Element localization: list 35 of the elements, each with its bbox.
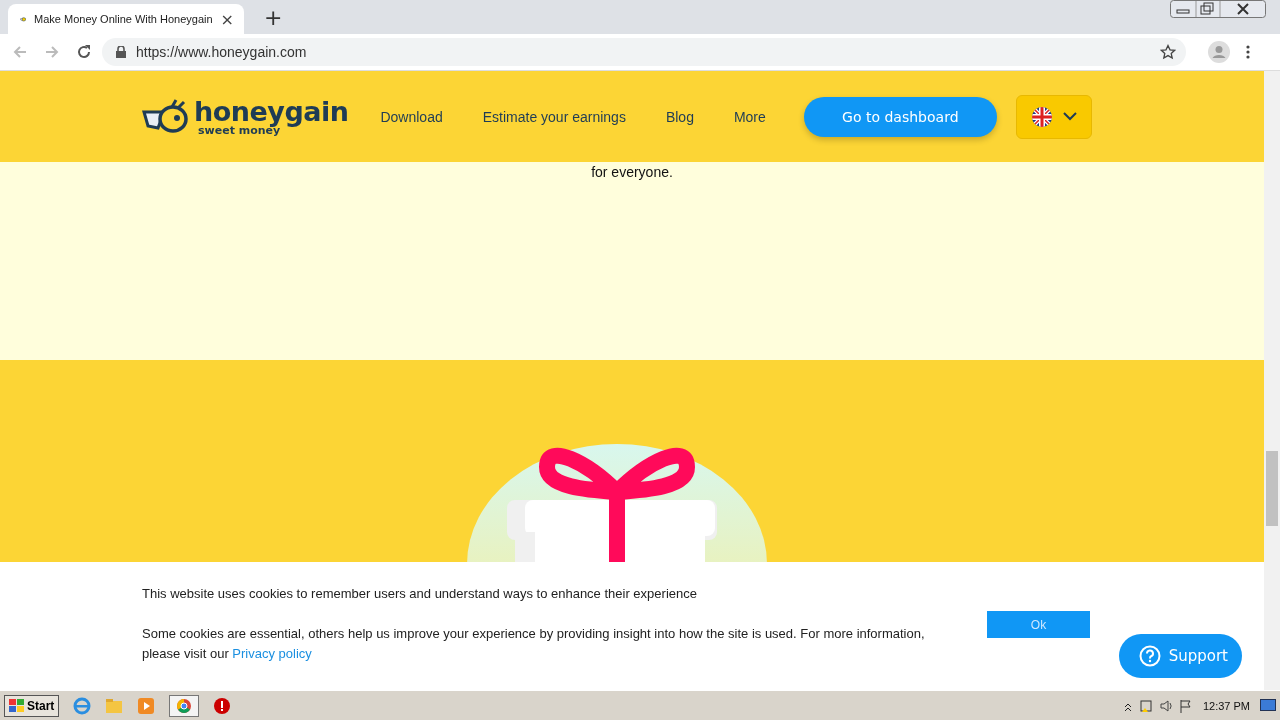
new-tab-button[interactable]: + <box>264 5 283 31</box>
stop-icon[interactable] <box>213 696 232 715</box>
privacy-policy-link[interactable]: Privacy policy <box>232 646 312 661</box>
bee-logo-icon <box>142 97 190 136</box>
lock-icon <box>116 46 126 58</box>
menu-icon[interactable] <box>1246 44 1250 60</box>
nav-link[interactable]: Blog <box>665 108 694 125</box>
nav-link[interactable]: More <box>733 108 766 125</box>
start-button[interactable]: Start <box>4 694 60 717</box>
media-player-icon[interactable] <box>137 696 156 715</box>
profile-icon[interactable] <box>1208 41 1230 63</box>
flag-icon <box>1030 105 1053 128</box>
clock: 12:37 PM <box>1202 699 1250 712</box>
show-desktop-icon[interactable] <box>1260 698 1276 713</box>
close-tab-button[interactable]: × <box>220 9 234 29</box>
chevron-down-icon <box>1062 112 1077 121</box>
cookie-info-text: Some cookies are essential, others help us improve your experience by providing insight into how the site is used. For more information, please visit our Privacy policy <box>142 625 926 663</box>
browser-tab[interactable]: Make Money Online With Honeygain × <box>8 4 244 34</box>
star-icon[interactable] <box>1160 44 1176 60</box>
cookie-notice-text: This website uses cookies to remember users and understand ways to enhance their experience <box>142 585 698 603</box>
chrome-icon[interactable] <box>169 694 200 717</box>
reload-icon[interactable] <box>76 44 92 60</box>
scrollbar[interactable] <box>1264 71 1280 690</box>
window-controls[interactable] <box>1170 0 1266 18</box>
address-bar[interactable]: https://www.honeygain.com <box>102 38 1186 66</box>
tab-title: Make Money Online With Honeygain <box>34 13 213 25</box>
intro-text: for everyone. <box>591 164 673 182</box>
nav-link[interactable]: Estimate your earnings <box>482 108 626 125</box>
language-selector[interactable] <box>1015 94 1092 139</box>
logo-wordmark[interactable]: honeygain <box>194 97 349 125</box>
help-icon <box>1138 645 1161 667</box>
browser-e-icon[interactable] <box>73 696 92 715</box>
nav-link[interactable]: Download <box>380 108 443 125</box>
windows-logo-icon <box>9 698 25 713</box>
tray-icons[interactable] <box>1122 697 1193 714</box>
